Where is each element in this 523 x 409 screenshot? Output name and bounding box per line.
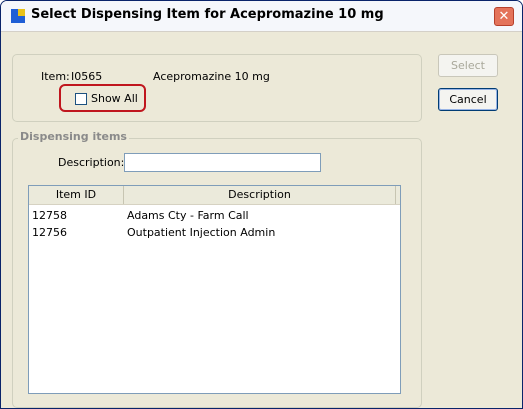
row-item-id: 12756 <box>32 226 67 239</box>
row-description: Outpatient Injection Admin <box>127 226 276 239</box>
close-icon: ✕ <box>498 9 510 24</box>
table-row[interactable]: 12756 Outpatient Injection Admin <box>29 224 400 241</box>
description-label: Description: <box>58 156 125 169</box>
select-button[interactable]: Select <box>438 54 498 77</box>
title-bar[interactable]: Select Dispensing Item for Acepromazine … <box>1 1 522 32</box>
window-title: Select Dispensing Item for Acepromazine … <box>31 7 384 22</box>
items-list[interactable]: Item ID Description 12758 Adams Cty - Fa… <box>28 185 401 394</box>
row-item-id: 12758 <box>32 209 67 222</box>
dialog-window: Select Dispensing Item for Acepromazine … <box>0 0 523 409</box>
row-description: Adams Cty - Farm Call <box>127 209 249 222</box>
description-input[interactable] <box>124 153 321 172</box>
item-label: Item: <box>41 70 70 83</box>
show-all-label[interactable]: Show All <box>91 92 138 105</box>
show-all-checkbox[interactable] <box>75 93 87 105</box>
dialog-body: Item: I0565 Acepromazine 10 mg Show All … <box>1 32 522 408</box>
column-header-item-id[interactable]: Item ID <box>29 186 124 204</box>
list-header: Item ID Description <box>29 186 400 205</box>
close-button[interactable]: ✕ <box>494 7 514 26</box>
item-id: I0565 <box>71 70 103 83</box>
table-row[interactable]: 12758 Adams Cty - Farm Call <box>29 207 400 224</box>
cancel-button[interactable]: Cancel <box>438 88 498 111</box>
dispensing-items-legend: Dispensing items <box>18 130 129 143</box>
item-name: Acepromazine 10 mg <box>153 70 270 83</box>
column-header-description[interactable]: Description <box>124 186 396 204</box>
app-icon <box>11 9 25 23</box>
